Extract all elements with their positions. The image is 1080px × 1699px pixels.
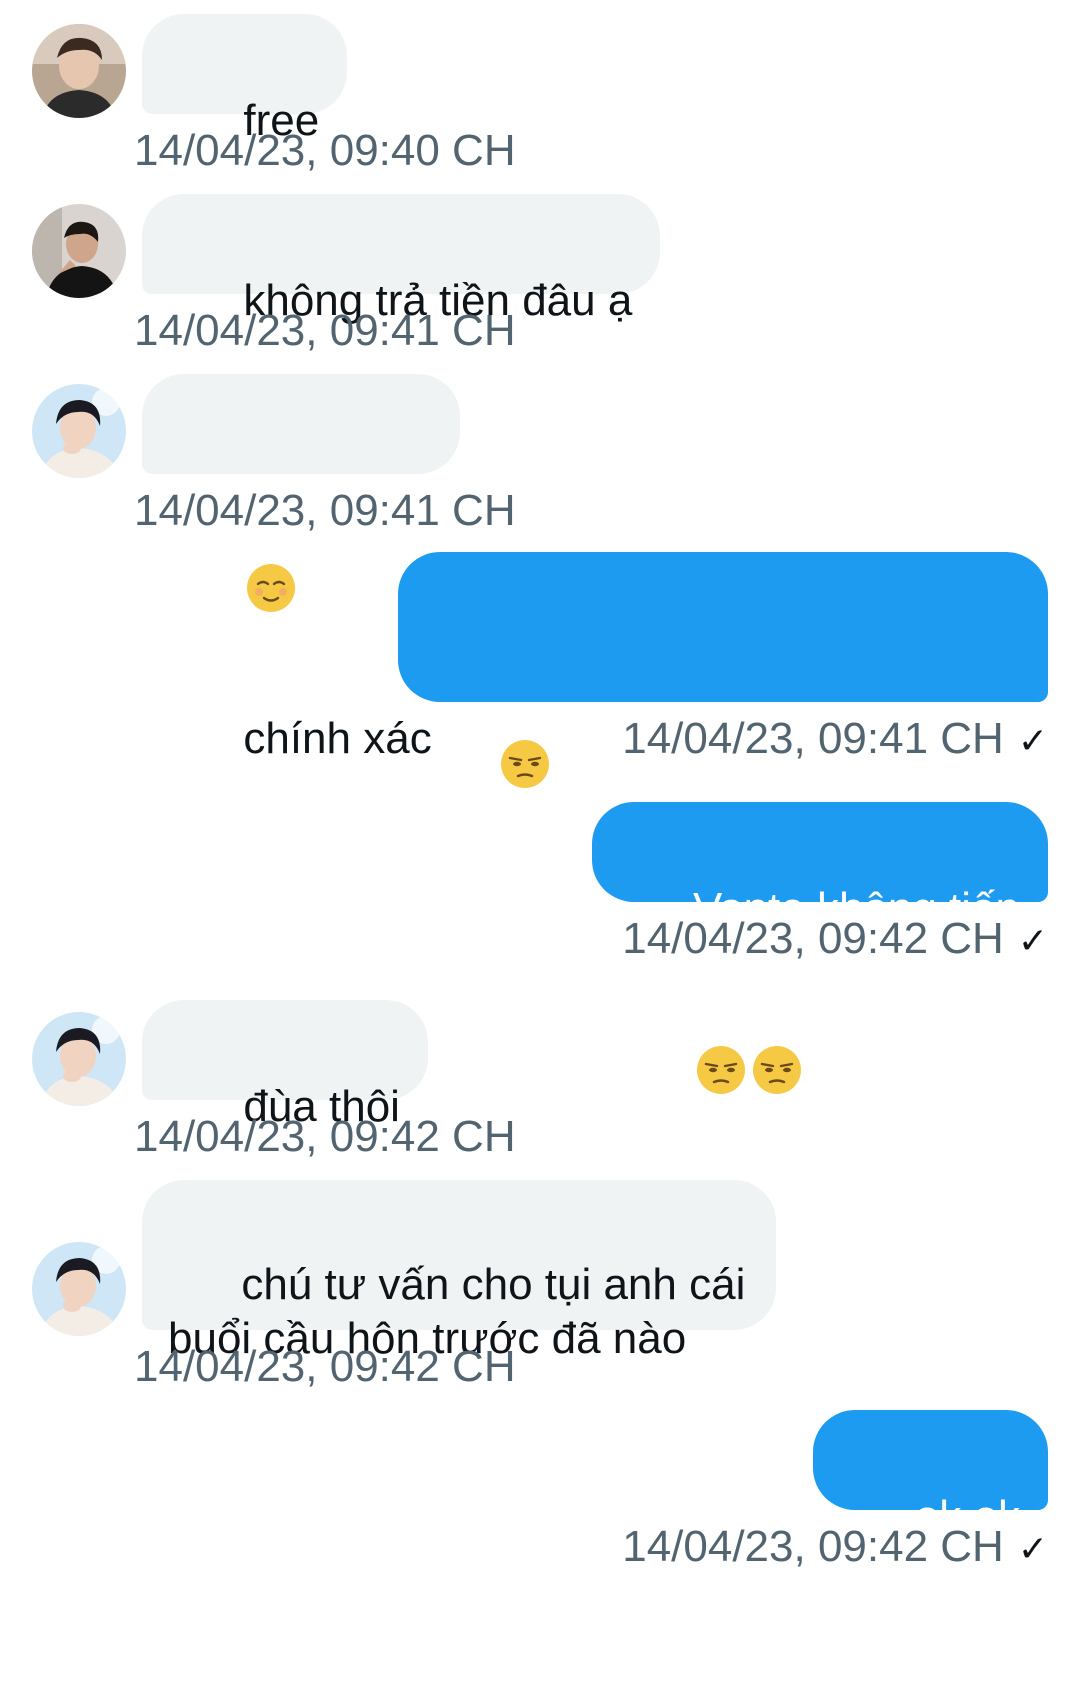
avatar-user-3-icon [32,384,126,478]
timestamp-text: 14/04/23, 09:41 CH [622,714,1004,763]
message-bubble[interactable]: chính xác [142,374,460,763]
avatar-user-1-icon [32,24,126,118]
timestamp-text: 14/04/23, 09:42 CH [622,914,1004,963]
message-timestamp: 14/04/23, 09:42 CH [134,1342,516,1391]
message-timestamp: 14/04/23, 09:42 CH [134,1112,516,1161]
message-timestamp: 14/04/23, 09:40 CH [134,126,516,175]
message-timestamp: 14/04/23, 09:41 CH [134,306,516,355]
avatar[interactable] [32,204,126,298]
avatar[interactable] [32,384,126,478]
avatar[interactable] [32,1012,126,1106]
message-bubble[interactable]: chú tư vấn cho tụi anh cái buổi cầu hôn … [142,1180,776,1363]
message-text: chính xác [243,714,432,763]
message-bubble[interactable]: Vante không tiếp [591,802,1048,1094]
message-bubble[interactable]: ok ok [813,1410,1048,1541]
avatar[interactable] [32,1242,126,1336]
message-timestamp: 14/04/23, 09:41 CH [134,486,516,535]
sent-check-icon: ✓ [1017,920,1048,961]
avatar-user-2-icon [32,204,126,298]
message-bubble[interactable]: đùa thôi [142,1000,428,1131]
avatar-user-3-icon [32,1012,126,1106]
timestamp-text: 14/04/23, 09:42 CH [622,1522,1004,1571]
message-bubble[interactable]: free [142,14,348,145]
unamused-face-emoji [499,630,551,788]
avatar[interactable] [32,24,126,118]
message-bubble[interactable]: xin mời quý khách đi tìm người khác [398,552,1048,993]
message-thread[interactable]: free 14/04/23, 09:40 CH không trả tiền đ… [0,0,1080,1699]
sent-check-icon: ✓ [1017,1528,1048,1569]
message-timestamp: 14/04/23, 09:42 CH ✓ [622,914,1048,966]
message-timestamp: 14/04/23, 09:41 CH ✓ [622,714,1048,766]
sent-check-icon: ✓ [1017,720,1048,761]
message-timestamp: 14/04/23, 09:42 CH ✓ [622,1522,1048,1574]
message-bubble[interactable]: không trả tiền đâu ạ [142,194,661,325]
avatar-user-3-icon [32,1242,126,1336]
